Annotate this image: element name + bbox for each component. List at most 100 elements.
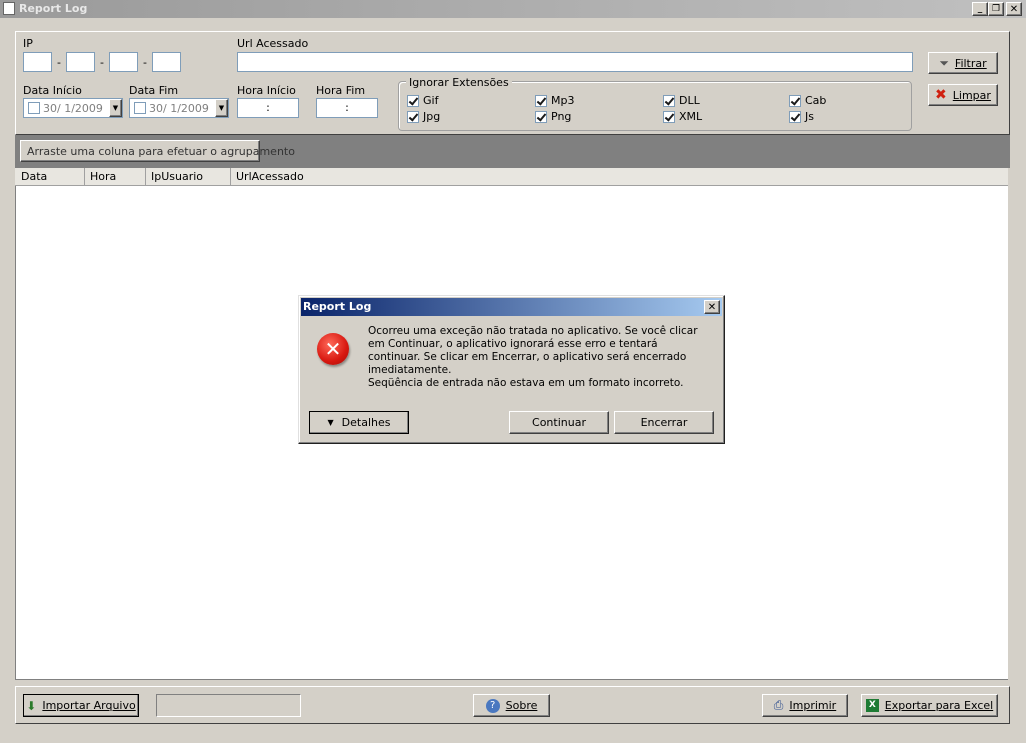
window-title: Report Log: [19, 2, 88, 15]
quit-button[interactable]: Encerrar: [614, 411, 714, 434]
column-header-label: UrlAcessado: [236, 170, 304, 183]
column-header-data[interactable]: Data: [15, 168, 85, 186]
about-button-label: Sobre: [505, 699, 538, 712]
export-excel-button[interactable]: X Exportar para Excel: [861, 694, 998, 717]
filter-button-label: Filtrar: [954, 56, 987, 70]
ip-separator: -: [57, 56, 61, 69]
date-start-checkbox[interactable]: [28, 102, 40, 114]
ip-label: IP: [23, 37, 33, 50]
column-header-hora[interactable]: Hora: [86, 168, 146, 186]
dialog-close-button[interactable]: ✕: [704, 300, 720, 314]
ext-checkbox-js[interactable]: Js: [789, 110, 814, 123]
checkbox[interactable]: [663, 110, 675, 123]
printer-icon: ⎙: [773, 698, 784, 712]
error-icon: ✕: [317, 333, 349, 365]
print-button-label: Imprimir: [789, 699, 837, 712]
window-titlebar: Report Log _ ❐ ✕: [0, 0, 1026, 18]
checkbox[interactable]: [535, 94, 547, 107]
ignore-extensions-label: Ignorar Extensões: [406, 76, 512, 89]
ext-label: DLL: [679, 94, 700, 107]
app-icon: [3, 2, 15, 15]
ext-checkbox-gif[interactable]: Gif: [407, 94, 438, 107]
url-input[interactable]: [237, 52, 913, 72]
import-icon: ⬇: [26, 698, 37, 713]
dialog-detail: Seqüência de entrada não estava em um fo…: [368, 377, 684, 389]
ext-label: XML: [679, 110, 703, 123]
ip-separator: -: [100, 56, 104, 69]
ip-octet-2[interactable]: [66, 52, 95, 72]
column-header-label: Hora: [90, 170, 117, 183]
dialog-title: Report Log: [303, 300, 372, 313]
group-hint-box: Arraste uma coluna para efetuar o agrupa…: [20, 140, 295, 162]
excel-icon: X: [865, 699, 879, 712]
error-dialog: Report Log ✕ ✕ Ocorreu uma exceção não t…: [298, 295, 725, 444]
date-start-label: Data Início: [23, 84, 82, 97]
checkbox[interactable]: [407, 94, 419, 107]
restore-button[interactable]: ❐: [988, 2, 1004, 16]
ip-separator: -: [143, 56, 147, 69]
ip-octet-3[interactable]: [109, 52, 138, 72]
checkbox[interactable]: [789, 110, 801, 123]
chevron-down-icon[interactable]: ▼: [215, 99, 228, 117]
group-hint-text: Arraste uma coluna para efetuar o agrupa…: [27, 144, 295, 158]
clear-button[interactable]: ✖ Limpar: [928, 84, 998, 106]
clear-button-label: Limpar: [952, 88, 991, 102]
red-x-icon: ✖: [935, 87, 947, 103]
details-button-label: Detalhes: [341, 416, 391, 429]
hour-end-label: Hora Fim: [316, 84, 366, 97]
ext-label: Jpg: [423, 110, 441, 123]
ext-checkbox-jpg[interactable]: Jpg: [407, 110, 440, 123]
ext-checkbox-dll[interactable]: DLL: [663, 94, 700, 107]
grid-header: Data Hora IpUsuario UrlAcessado: [15, 168, 1008, 186]
help-icon: ?: [485, 698, 500, 713]
hour-start-input[interactable]: :: [237, 98, 299, 118]
about-button[interactable]: ? Sobre: [473, 694, 550, 717]
ext-label: Js: [805, 110, 814, 123]
chevron-down-icon[interactable]: ▼: [109, 99, 122, 117]
dialog-titlebar: Report Log ✕: [301, 298, 722, 316]
continue-button-label: Continuar: [532, 416, 586, 429]
url-label: Url Acessado: [237, 37, 309, 50]
column-header-label: IpUsuario: [151, 170, 204, 183]
import-file-label: Importar Arquivo: [42, 699, 136, 712]
progress-bar: [156, 694, 301, 717]
checkbox[interactable]: [407, 110, 419, 123]
minimize-button[interactable]: _: [972, 2, 988, 16]
chevron-down-icon: ▼: [327, 418, 334, 427]
hour-start-value: :: [266, 101, 270, 114]
ext-checkbox-png[interactable]: Png: [535, 110, 571, 123]
print-button[interactable]: ⎙ Imprimir: [762, 694, 848, 717]
checkbox[interactable]: [663, 94, 675, 107]
checkbox[interactable]: [535, 110, 547, 123]
hour-start-label: Hora Início: [237, 84, 296, 97]
checkbox[interactable]: [789, 94, 801, 107]
ext-checkbox-xml[interactable]: XML: [663, 110, 702, 123]
date-start-value: 30/ 1/2009: [43, 101, 103, 115]
ext-label: Mp3: [551, 94, 575, 107]
ext-checkbox-mp3[interactable]: Mp3: [535, 94, 574, 107]
ext-checkbox-cab[interactable]: Cab: [789, 94, 826, 107]
date-start-picker[interactable]: 30/ 1/2009 ▼: [23, 98, 123, 118]
date-end-value: 30/ 1/2009: [149, 101, 209, 115]
continue-button[interactable]: Continuar: [509, 411, 609, 434]
column-header-ipusuario[interactable]: IpUsuario: [147, 168, 231, 186]
ext-label: Png: [551, 110, 572, 123]
details-button[interactable]: ▼ Detalhes: [309, 411, 409, 434]
ext-label: Cab: [805, 94, 827, 107]
import-file-button[interactable]: ⬇ Importar Arquivo: [23, 694, 139, 717]
close-window-button[interactable]: ✕: [1006, 2, 1022, 16]
hour-end-input[interactable]: :: [316, 98, 378, 118]
column-header-label: Data: [21, 170, 48, 183]
column-header-urlacessado[interactable]: UrlAcessado: [232, 168, 432, 186]
ip-octet-1[interactable]: [23, 52, 52, 72]
date-end-picker[interactable]: 30/ 1/2009 ▼: [129, 98, 229, 118]
ip-octet-4[interactable]: [152, 52, 181, 72]
dialog-message: Ocorreu uma exceção não tratada no aplic…: [368, 325, 698, 376]
date-end-checkbox[interactable]: [134, 102, 146, 114]
filter-button[interactable]: ⏷ Filtrar: [928, 52, 998, 74]
export-excel-label: Exportar para Excel: [884, 699, 994, 712]
funnel-icon: ⏷: [939, 55, 949, 70]
date-end-label: Data Fim: [129, 84, 179, 97]
ext-label: Gif: [423, 94, 439, 107]
hour-end-value: :: [345, 101, 349, 114]
